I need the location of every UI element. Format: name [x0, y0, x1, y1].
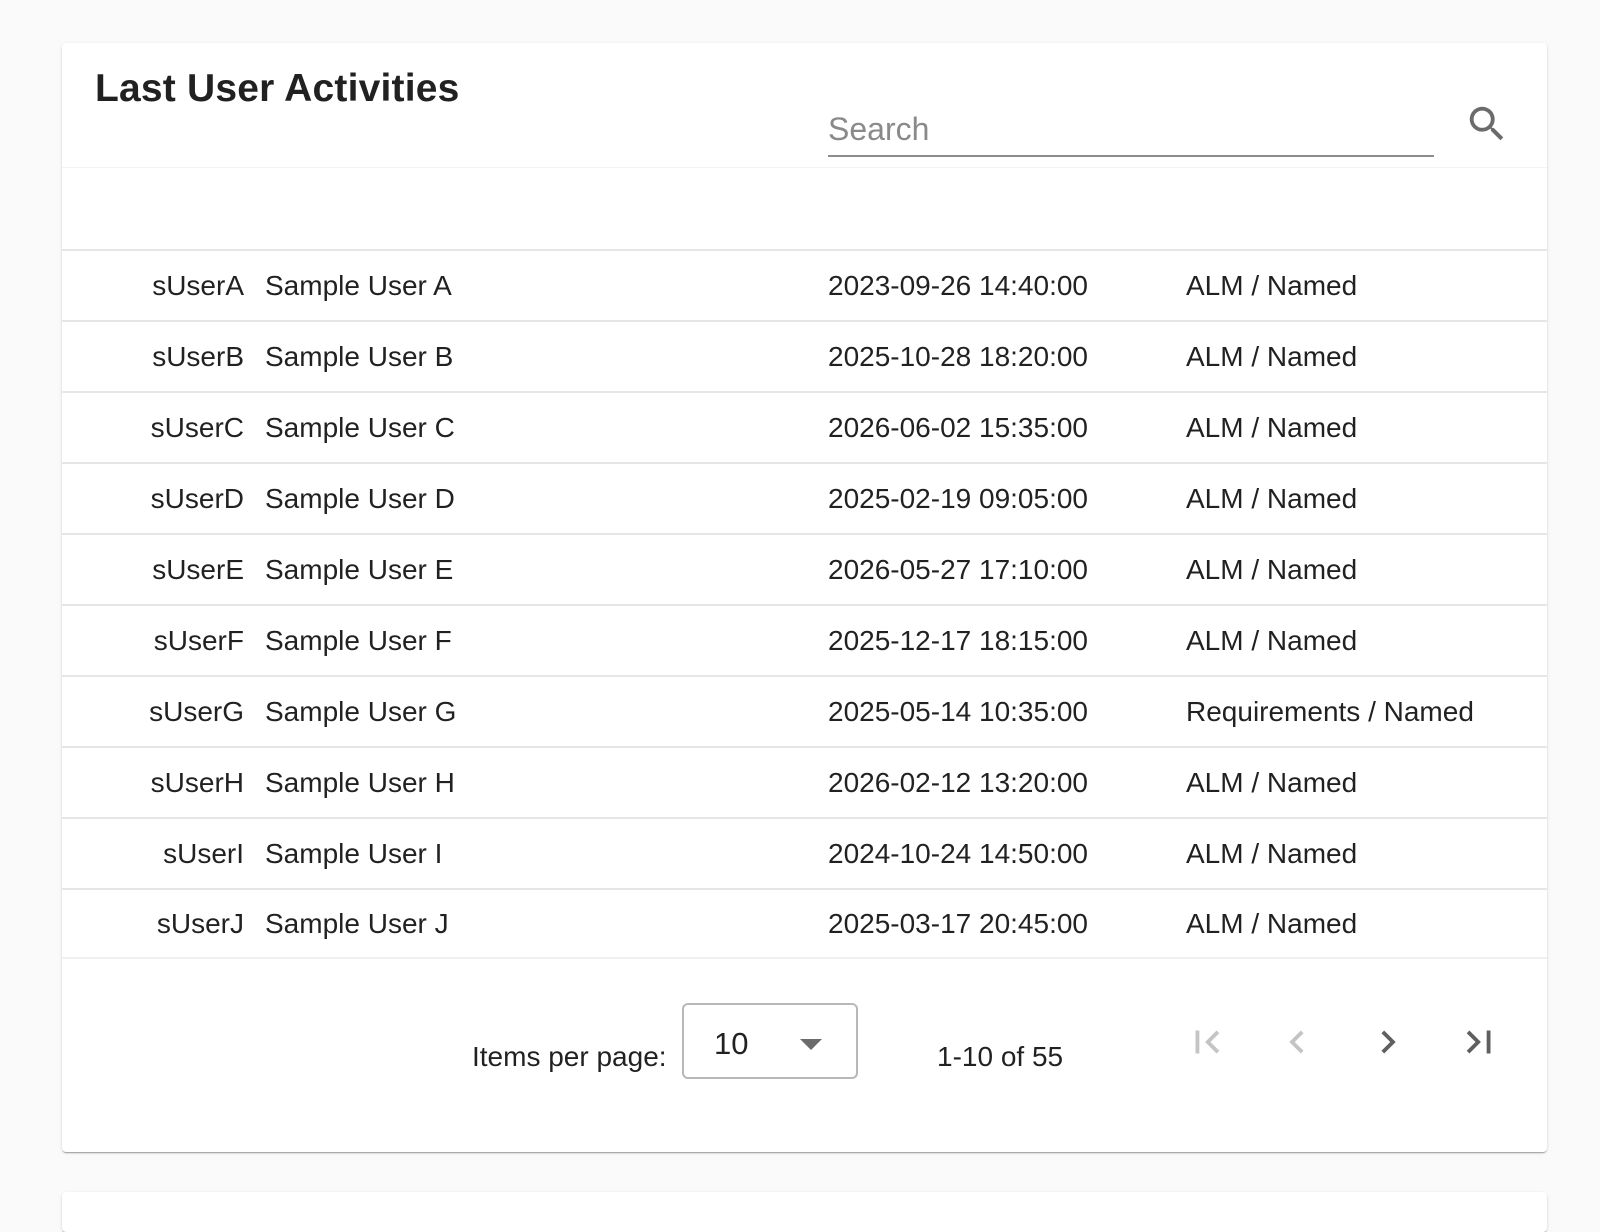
search-icon[interactable]: [1464, 101, 1510, 147]
user-id-cell: sUserC: [150, 411, 244, 443]
user-name-cell: Sample User H: [265, 766, 455, 798]
table-row[interactable]: sUserH Sample User H 2026-02-12 13:20:00…: [62, 746, 1547, 817]
user-name-cell: Sample User G: [265, 695, 457, 727]
activity-date-cell: 2025-03-17 20:45:00: [828, 907, 1088, 939]
table-row[interactable]: sUserJ Sample User J 2025-03-17 20:45:00…: [62, 888, 1547, 959]
activity-date-cell: 2025-10-28 18:20:00: [828, 340, 1088, 372]
license-cell: Requirements / Named: [1186, 695, 1474, 727]
items-per-page-label: Items per page:: [472, 1041, 667, 1072]
license-cell: ALM / Named: [1186, 411, 1358, 443]
search-input[interactable]: [828, 103, 1434, 157]
user-id-cell: sUserI: [163, 837, 244, 869]
activity-date-cell: 2023-09-26 14:40:00: [828, 269, 1088, 301]
license-cell: ALM / Named: [1186, 766, 1358, 798]
license-cell: ALM / Named: [1186, 907, 1358, 939]
table-row[interactable]: sUserA Sample User A 2023-09-26 14:40:00…: [62, 249, 1547, 320]
license-cell: ALM / Named: [1186, 624, 1358, 656]
user-name-cell: Sample User E: [265, 553, 454, 585]
activity-date-cell: 2025-02-19 09:05:00: [828, 482, 1088, 514]
user-id-cell: sUserB: [152, 340, 244, 372]
paginator: Items per page: 10 1-10 of 55: [62, 1003, 1547, 1103]
activity-date-cell: 2026-06-02 15:35:00: [828, 411, 1088, 443]
license-cell: ALM / Named: [1186, 340, 1358, 372]
table-row[interactable]: sUserC Sample User C 2026-06-02 15:35:00…: [62, 391, 1547, 462]
activity-date-cell: 2025-12-17 18:15:00: [828, 624, 1088, 656]
activity-date-cell: 2026-05-27 17:10:00: [828, 553, 1088, 585]
user-id-cell: sUserA: [152, 269, 244, 301]
user-name-cell: Sample User A: [265, 269, 452, 301]
dropdown-arrow-icon: [800, 1039, 822, 1050]
user-name-cell: Sample User I: [265, 837, 443, 869]
user-id-cell: sUserF: [153, 624, 244, 656]
user-name-cell: Sample User F: [265, 624, 452, 656]
user-id-cell: sUserJ: [156, 907, 244, 939]
table-row[interactable]: sUserE Sample User E 2026-05-27 17:10:00…: [62, 533, 1547, 604]
user-name-cell: Sample User B: [265, 340, 454, 372]
table-row[interactable]: sUserB Sample User B 2025-10-28 18:20:00…: [62, 320, 1547, 391]
user-name-cell: Sample User C: [265, 411, 455, 443]
table-row[interactable]: sUserI Sample User I 2024-10-24 14:50:00…: [62, 817, 1547, 888]
card-title: Last User Activities: [95, 67, 460, 110]
user-id-cell: sUserD: [150, 482, 244, 514]
table-row[interactable]: sUserG Sample User G 2025-05-14 10:35:00…: [62, 675, 1547, 746]
user-id-cell: sUserG: [149, 695, 244, 727]
license-cell: ALM / Named: [1186, 482, 1358, 514]
table-row[interactable]: sUserD Sample User D 2025-02-19 09:05:00…: [62, 462, 1547, 533]
last-page-icon[interactable]: [1456, 1019, 1502, 1065]
license-cell: ALM / Named: [1186, 837, 1358, 869]
activities-table: sUserA Sample User A 2023-09-26 14:40:00…: [62, 249, 1547, 959]
user-name-cell: Sample User J: [265, 907, 449, 939]
user-id-cell: sUserH: [150, 766, 244, 798]
activity-date-cell: 2026-02-12 13:20:00: [828, 766, 1088, 798]
previous-page-icon[interactable]: [1274, 1019, 1320, 1065]
next-page-icon[interactable]: [1365, 1019, 1411, 1065]
range-label: 1-10 of 55: [937, 1041, 1064, 1072]
activities-card: Last User Activities sUserA Sample User …: [62, 43, 1547, 1152]
table-row[interactable]: sUserF Sample User F 2025-12-17 18:15:00…: [62, 604, 1547, 675]
header-divider: [62, 167, 1547, 168]
license-cell: ALM / Named: [1186, 553, 1358, 585]
activity-date-cell: 2025-05-14 10:35:00: [828, 695, 1088, 727]
user-name-cell: Sample User D: [265, 482, 455, 514]
first-page-icon[interactable]: [1184, 1019, 1230, 1065]
license-cell: ALM / Named: [1186, 269, 1358, 301]
next-card: [62, 1192, 1547, 1232]
user-id-cell: sUserE: [152, 553, 244, 585]
activity-date-cell: 2024-10-24 14:50:00: [828, 837, 1088, 869]
items-per-page-value: 10: [714, 1026, 749, 1061]
items-per-page-select[interactable]: 10: [682, 1003, 858, 1079]
